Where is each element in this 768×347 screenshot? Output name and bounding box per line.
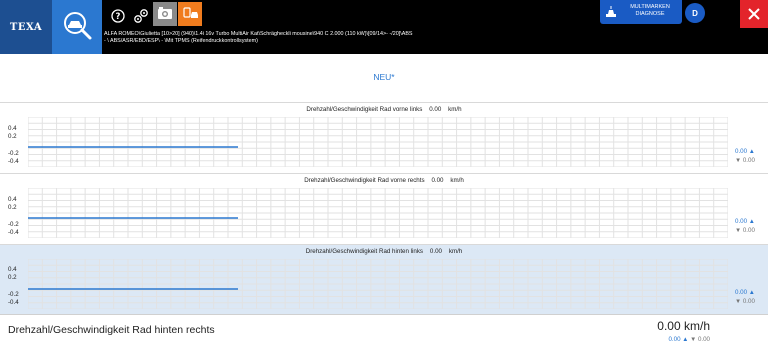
- panel-value: 0.00: [429, 248, 442, 255]
- panel-label: Drehzahl/Geschwindigkeit Rad vorne recht…: [304, 177, 425, 184]
- panel-label: Drehzahl/Geschwindigkeit Rad vorne links: [306, 106, 423, 113]
- camera-button[interactable]: [153, 2, 177, 26]
- car-transfer-icon: [183, 7, 198, 18]
- y-tick: -0.2: [8, 291, 19, 298]
- parameter-readout-rear-right[interactable]: Drehzahl/Geschwindigkeit Rad hinten rech…: [0, 314, 768, 347]
- parameter-minmax: 0.00 ▲ ▼ 0.00: [640, 336, 710, 343]
- car-transfer-button[interactable]: [178, 2, 202, 26]
- panel-title: Drehzahl/Geschwindigkeit Rad hinten link…: [0, 248, 768, 255]
- graph-panel-front-right[interactable]: Drehzahl/Geschwindigkeit Rad vorne recht…: [0, 173, 768, 243]
- close-icon: [748, 8, 760, 20]
- y-tick: 0.2: [8, 274, 17, 281]
- help-icon: ?: [111, 9, 125, 23]
- help-button[interactable]: ?: [107, 5, 129, 27]
- vehicle-info-line1: ALFA ROMEO\Giulietta [10>20] (940)\1.4i …: [104, 31, 413, 37]
- multibrand-label-line2: DIAGNOSE: [635, 11, 665, 17]
- panel-value: 0.00: [429, 106, 442, 113]
- panel-label: Drehzahl/Geschwindigkeit Rad hinten link…: [305, 248, 424, 255]
- page-title: NEU*: [373, 72, 395, 82]
- texa-logo: TEXA: [0, 0, 52, 54]
- y-tick: -0.4: [8, 229, 19, 236]
- vehicle-info-line2: - \ ABS/ASR/EBD/ESP\ - \Mit TPMS (Reifen…: [104, 38, 258, 44]
- y-tick: 0.4: [8, 125, 17, 132]
- y-tick: 0.2: [8, 204, 17, 211]
- multibrand-icon: [605, 5, 617, 24]
- panel-title: Drehzahl/Geschwindigkeit Rad vorne links…: [0, 106, 768, 113]
- panel-value: 0.00: [431, 177, 444, 184]
- y-tick: 0.2: [8, 133, 17, 140]
- parameter-value: 0.00 km/h: [657, 319, 710, 333]
- max-value: 0.00 ▲: [668, 336, 689, 343]
- user-avatar[interactable]: D: [685, 3, 705, 23]
- camera-icon: [158, 7, 172, 19]
- panel-title: Drehzahl/Geschwindigkeit Rad vorne recht…: [0, 177, 768, 184]
- y-tick: -0.4: [8, 299, 19, 306]
- close-button[interactable]: [740, 0, 768, 28]
- settings-button[interactable]: [130, 5, 152, 27]
- graph-panel-front-left[interactable]: Drehzahl/Geschwindigkeit Rad vorne links…: [0, 102, 768, 172]
- y-tick: -0.4: [8, 158, 19, 165]
- car-diagnosis-icon: [60, 8, 94, 47]
- min-value: ▼ 0.00: [690, 336, 710, 343]
- min-value: ▼ 0.00: [735, 298, 755, 305]
- y-tick: -0.2: [8, 150, 19, 157]
- multibrand-label-line1: MULTIMARKEN: [630, 4, 670, 10]
- svg-text:?: ?: [116, 12, 121, 22]
- settings-gears-icon: [134, 9, 148, 23]
- panel-unit: km/h: [448, 248, 463, 255]
- max-value: 0.00 ▲: [735, 289, 755, 296]
- min-value: ▼ 0.00: [735, 157, 755, 164]
- vehicle-info: ALFA ROMEO\Giulietta [10>20] (940)\1.4i …: [104, 31, 464, 45]
- y-tick: 0.4: [8, 266, 17, 273]
- parameter-label: Drehzahl/Geschwindigkeit Rad hinten rech…: [8, 324, 215, 336]
- top-bar: TEXA ? ALFA ROMEO\Giulietta [10>20] (940…: [0, 0, 768, 54]
- max-value: 0.00 ▲: [735, 218, 755, 225]
- max-value: 0.00 ▲: [735, 148, 755, 155]
- panel-unit: km/h: [450, 177, 464, 184]
- y-tick: -0.2: [8, 221, 19, 228]
- graph-panel-rear-left[interactable]: Drehzahl/Geschwindigkeit Rad hinten link…: [0, 244, 768, 314]
- panel-unit: km/h: [448, 106, 462, 113]
- graph-area: [28, 188, 728, 238]
- min-value: ▼ 0.00: [735, 227, 755, 234]
- car-diagnosis-button[interactable]: [52, 0, 102, 54]
- graph-area: [28, 117, 728, 167]
- multibrand-diagnosis-button[interactable]: MULTIMARKEN DIAGNOSE: [600, 0, 682, 24]
- y-tick: 0.4: [8, 196, 17, 203]
- graph-area: [28, 259, 728, 309]
